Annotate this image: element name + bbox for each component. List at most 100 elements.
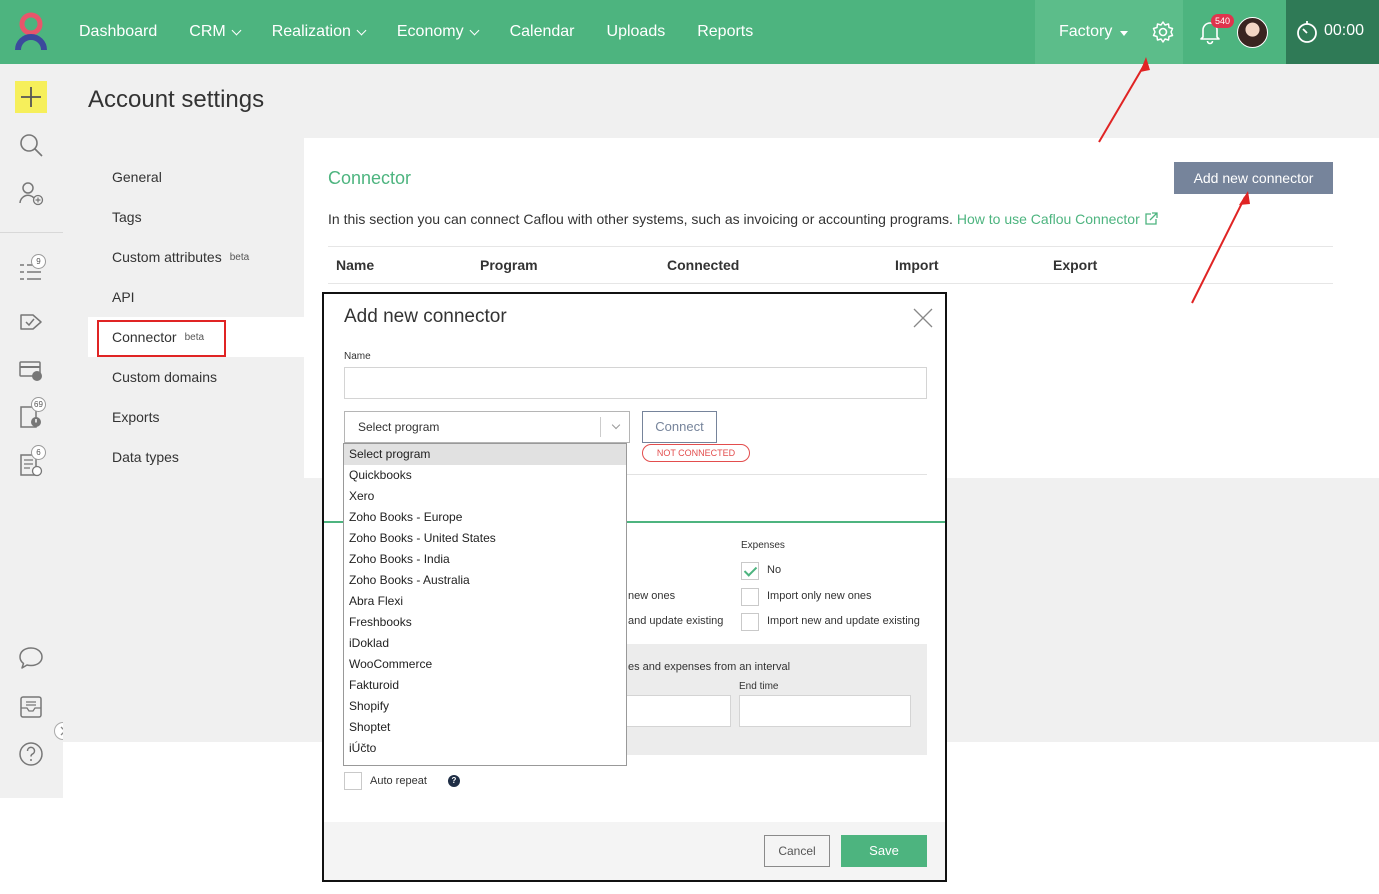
- settings-nav-data-types[interactable]: Data types: [88, 437, 304, 477]
- left-sidebar: 9 69 6: [0, 64, 72, 798]
- chevron-down-icon: [231, 25, 242, 35]
- save-button[interactable]: Save: [841, 835, 927, 867]
- cancel-button[interactable]: Cancel: [764, 835, 830, 867]
- expenses-no-checkbox[interactable]: [741, 562, 759, 580]
- program-option-zoho-europe[interactable]: Zoho Books - Europe: [344, 507, 626, 528]
- program-option-freshbooks[interactable]: Freshbooks: [344, 612, 626, 633]
- settings-nav-label: General: [112, 169, 162, 185]
- gear-icon[interactable]: [1151, 20, 1175, 44]
- name-input[interactable]: [344, 367, 927, 399]
- settings-nav-tags[interactable]: Tags: [88, 197, 304, 237]
- help-icon[interactable]: [18, 741, 44, 767]
- column-header-program[interactable]: Program: [480, 257, 538, 273]
- help-link-text: How to use Caflou Connector: [956, 211, 1140, 227]
- settings-nav-connector[interactable]: Connector beta: [88, 317, 304, 357]
- nav-reports[interactable]: Reports: [697, 23, 753, 41]
- panel-description: In this section you can connect Caflou w…: [328, 211, 1158, 227]
- assignment-arrow-icon[interactable]: [18, 309, 44, 335]
- column-header-connected[interactable]: Connected: [667, 257, 739, 273]
- program-option-xero[interactable]: Xero: [344, 486, 626, 507]
- add-contact-icon[interactable]: [18, 180, 44, 206]
- add-new-connector-button[interactable]: Add new connector: [1174, 162, 1333, 194]
- settings-nav-general[interactable]: General: [88, 157, 304, 197]
- program-select[interactable]: Select program: [344, 411, 630, 443]
- close-icon[interactable]: [912, 307, 934, 329]
- description-text: In this section you can connect Caflou w…: [328, 211, 953, 227]
- nav-label: Calendar: [509, 23, 575, 40]
- program-option-select[interactable]: Select program: [344, 444, 626, 465]
- settings-nav-label: Data types: [112, 449, 179, 465]
- program-option-zoho-india[interactable]: Zoho Books - India: [344, 549, 626, 570]
- program-option-zoho-australia[interactable]: Zoho Books - Australia: [344, 570, 626, 591]
- settings-nav-label: Connector: [112, 329, 177, 345]
- company-name: Factory: [1059, 23, 1113, 40]
- nav-label: Reports: [697, 23, 754, 40]
- nav-dashboard[interactable]: Dashboard: [79, 23, 157, 41]
- expenses-new-checkbox[interactable]: [741, 588, 759, 606]
- external-link-icon: [1144, 212, 1158, 225]
- nav-label: CRM: [189, 23, 226, 40]
- beta-tag: beta: [184, 331, 205, 343]
- program-option-iucto[interactable]: iÚčto: [344, 738, 626, 759]
- mailbox-icon[interactable]: [18, 694, 44, 720]
- nav-economy[interactable]: Economy: [396, 23, 480, 41]
- column-header-import[interactable]: Import: [895, 257, 939, 273]
- nav-uploads[interactable]: Uploads: [607, 23, 666, 41]
- nav-label: Realization: [271, 23, 351, 40]
- settings-nav-custom-domains[interactable]: Custom domains: [88, 357, 304, 397]
- program-option-woocommerce[interactable]: WooCommerce: [344, 654, 626, 675]
- program-option-abra-flexi[interactable]: Abra Flexi: [344, 591, 626, 612]
- expenses-option-new: Import only new ones: [767, 590, 872, 602]
- settings-nav-api[interactable]: API: [88, 277, 304, 317]
- plus-icon: [21, 87, 41, 107]
- chat-bubble-icon[interactable]: [18, 645, 44, 671]
- program-option-idoklad[interactable]: iDoklad: [344, 633, 626, 654]
- end-time-input[interactable]: [739, 695, 911, 727]
- chevron-down-icon: [611, 420, 621, 430]
- settings-nav-label: Tags: [112, 209, 142, 225]
- end-time-label: End time: [739, 681, 779, 692]
- program-dropdown-list: Select program Quickbooks Xero Zoho Book…: [343, 443, 627, 766]
- program-option-quickbooks[interactable]: Quickbooks: [344, 465, 626, 486]
- nav-label: Economy: [396, 23, 464, 40]
- beta-tag: beta: [229, 251, 250, 263]
- avatar[interactable]: [1237, 17, 1268, 48]
- caflou-logo[interactable]: [14, 12, 48, 52]
- user-area: 540: [1183, 0, 1286, 64]
- interval-text: es and expenses from an interval: [628, 661, 791, 673]
- auto-repeat-label: Auto repeat: [370, 775, 427, 787]
- settings-nav-label: Exports: [112, 409, 160, 425]
- column-header-name[interactable]: Name: [336, 257, 374, 273]
- timer-value: 00:00: [1324, 22, 1365, 39]
- nav-realization[interactable]: Realization: [271, 23, 367, 41]
- settings-nav-custom-attributes[interactable]: Custom attributes beta: [88, 237, 304, 277]
- sidebar-divider: [0, 232, 63, 233]
- program-option-shoptet[interactable]: Shoptet: [344, 717, 626, 738]
- panel-title: Connector: [328, 168, 412, 188]
- settings-nav-label: Custom attributes: [112, 249, 222, 265]
- help-icon[interactable]: ?: [448, 775, 460, 787]
- connect-button[interactable]: Connect: [642, 411, 717, 443]
- settings-nav-exports[interactable]: Exports: [88, 397, 304, 437]
- company-switcher[interactable]: Factory: [1035, 0, 1183, 64]
- column-header-export[interactable]: Export: [1053, 257, 1097, 273]
- invoice-option-new: new ones: [628, 590, 676, 602]
- program-option-fakturoid[interactable]: Fakturoid: [344, 675, 626, 696]
- timer[interactable]: 00:00: [1286, 0, 1379, 64]
- modal-title: Add new connector: [344, 306, 507, 327]
- warning-count-badge: 69: [31, 397, 46, 412]
- nav-calendar[interactable]: Calendar: [510, 23, 575, 41]
- nav-crm[interactable]: CRM: [189, 23, 242, 41]
- payment-card-icon[interactable]: [18, 357, 44, 383]
- expenses-option-no: No: [767, 564, 782, 576]
- add-button[interactable]: [15, 81, 47, 113]
- auto-repeat-checkbox[interactable]: [344, 772, 362, 790]
- expenses-update-checkbox[interactable]: [741, 613, 759, 631]
- help-link[interactable]: How to use Caflou Connector: [957, 211, 1158, 227]
- expenses-option-update: Import new and update existing: [767, 615, 920, 627]
- page-title: Account settings: [88, 86, 265, 113]
- invoice-option-update: and update existing: [628, 615, 724, 627]
- program-option-shopify[interactable]: Shopify: [344, 696, 626, 717]
- search-icon[interactable]: [18, 132, 44, 158]
- program-option-zoho-us[interactable]: Zoho Books - United States: [344, 528, 626, 549]
